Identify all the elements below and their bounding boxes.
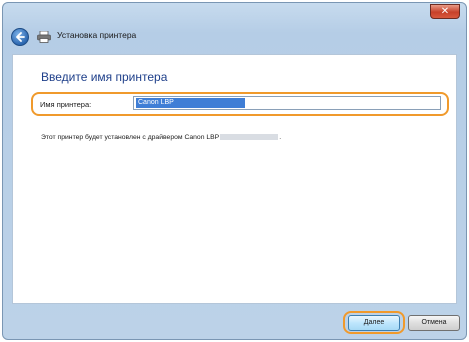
button-bar: Далее Отмена xyxy=(12,304,460,334)
page-heading: Введите имя принтера xyxy=(41,70,168,84)
next-button[interactable]: Далее xyxy=(348,315,400,331)
title-row: Установка принтера xyxy=(9,26,460,48)
back-arrow-icon xyxy=(16,32,25,42)
printer-name-input[interactable]: Canon LBP xyxy=(133,96,441,110)
close-button[interactable]: ✕ xyxy=(430,4,460,19)
cancel-button[interactable]: Отмена xyxy=(408,315,460,331)
printer-name-label: Имя принтера: xyxy=(40,100,92,109)
back-button[interactable] xyxy=(11,28,29,46)
driver-info-prefix: Этот принтер будет установлен с драйверо… xyxy=(41,134,220,141)
dialog-window: ✕ Установка принтера Введите имя принтер… xyxy=(2,2,467,340)
content-panel: Введите имя принтера Имя принтера: Canon… xyxy=(12,54,457,304)
printer-name-value: Canon LBP xyxy=(136,98,245,108)
printer-icon xyxy=(37,31,51,43)
driver-info-suffix: . xyxy=(279,134,282,141)
redacted-model xyxy=(220,134,279,141)
window-title: Установка принтера xyxy=(57,30,137,40)
driver-info-text: Этот принтер будет установлен с драйверо… xyxy=(41,134,281,141)
